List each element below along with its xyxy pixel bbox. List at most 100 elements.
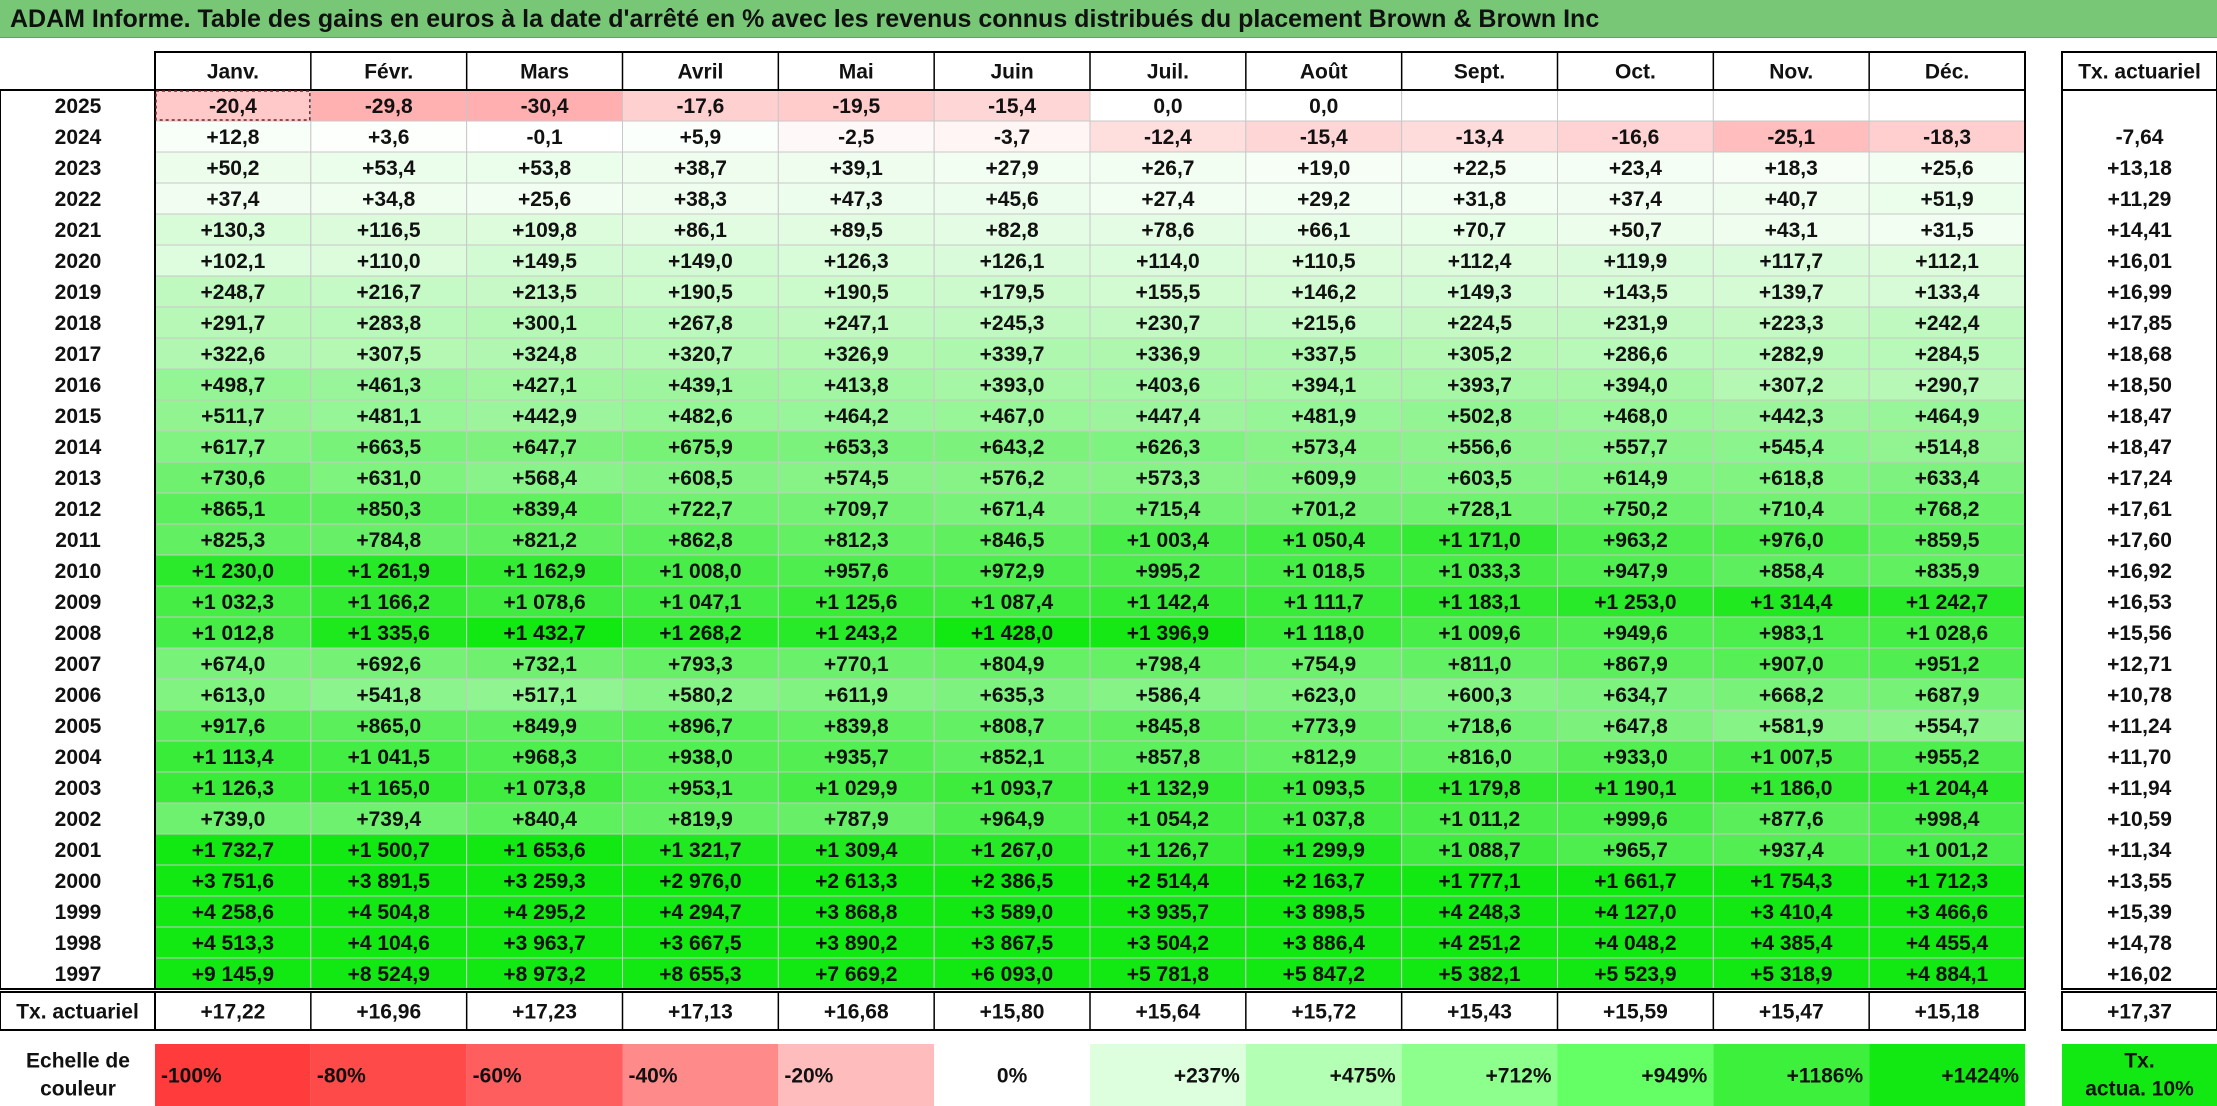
year-label: 2025 <box>55 95 102 118</box>
cell-value: +773,9 <box>1291 715 1356 738</box>
cell-value: +4 884,1 <box>1906 963 1989 986</box>
cell-value: +573,4 <box>1291 436 1356 459</box>
cell-value: +26,7 <box>1141 157 1194 180</box>
cell-value: +739,4 <box>356 808 421 831</box>
annual-rate: +17,24 <box>2107 467 2172 490</box>
cell-value: +968,3 <box>512 746 577 769</box>
annual-rate: +12,71 <box>2107 653 2172 676</box>
cell-value: +117,7 <box>1759 250 1823 273</box>
cell-value: +190,5 <box>824 281 889 304</box>
cell-value: +3 751,6 <box>192 870 274 893</box>
footer-label: Tx. actuariel <box>16 1001 139 1024</box>
cell-value: +784,8 <box>356 529 421 552</box>
cell-value: +286,6 <box>1603 343 1668 366</box>
cell-value: +149,0 <box>668 250 733 273</box>
legend-label: +1186% <box>1787 1065 1864 1088</box>
cell-value: +4 385,4 <box>1750 932 1833 955</box>
annual-rate: +11,24 <box>2108 715 2172 738</box>
cell-value: +439,1 <box>668 374 733 397</box>
cell-value: +643,2 <box>980 436 1045 459</box>
cell-value: +1 653,6 <box>503 839 585 862</box>
cell-value: +7 669,2 <box>815 963 897 986</box>
cell-value: +963,2 <box>1603 529 1668 552</box>
cell-value: +1 132,9 <box>1127 777 1209 800</box>
cell-value: +1 500,7 <box>348 839 430 862</box>
cell-value: +1 261,9 <box>348 560 430 583</box>
cell-value: +983,1 <box>1759 622 1824 645</box>
annual-rate: +14,41 <box>2107 219 2172 242</box>
month-header: Juil. <box>1147 61 1189 84</box>
cell-value: +850,3 <box>356 498 421 521</box>
cell-value: +865,1 <box>201 498 266 521</box>
cell-value: +3 466,6 <box>1906 901 1988 924</box>
cell-value: +718,6 <box>1447 715 1512 738</box>
cell-value: +852,1 <box>980 746 1045 769</box>
cell-value: +133,4 <box>1915 281 1980 304</box>
legend-label: -60% <box>473 1065 522 1088</box>
year-label: 2012 <box>55 498 102 521</box>
cell-value: +728,1 <box>1447 498 1512 521</box>
legend-label: +949% <box>1641 1065 1707 1088</box>
footer-value: +15,59 <box>1603 1001 1668 1024</box>
cell-value: +1 268,2 <box>659 622 741 645</box>
cell-value: +1 018,5 <box>1283 560 1366 583</box>
year-label: 1999 <box>55 901 102 924</box>
heat-cell <box>1868 89 2026 122</box>
cell-value: +668,2 <box>1759 684 1824 707</box>
cell-value: +4 104,6 <box>348 932 430 955</box>
cell-value: +949,6 <box>1603 622 1668 645</box>
cell-value: +282,9 <box>1759 343 1824 366</box>
cell-value: +576,2 <box>980 467 1045 490</box>
cell-value: +611,9 <box>824 684 888 707</box>
cell-value: +4 295,2 <box>503 901 585 924</box>
cell-value: +403,6 <box>1136 374 1201 397</box>
heat-cell <box>1401 89 1558 122</box>
cell-value: -12,4 <box>1144 126 1192 149</box>
legend-label: +712% <box>1486 1065 1552 1088</box>
cell-value: +464,2 <box>824 405 889 428</box>
year-label: 2004 <box>55 746 102 769</box>
cell-value: -17,6 <box>676 95 724 118</box>
cell-value: +1 661,7 <box>1594 870 1676 893</box>
cell-value: +305,2 <box>1447 343 1512 366</box>
cell-value: +38,7 <box>674 157 727 180</box>
annual-rate: +16,02 <box>2107 963 2172 986</box>
cell-value: +27,9 <box>986 157 1039 180</box>
cell-value: +701,2 <box>1291 498 1356 521</box>
cell-value: +1 190,1 <box>1594 777 1677 800</box>
cell-value: +568,4 <box>512 467 577 490</box>
cell-value: +8 524,9 <box>348 963 430 986</box>
cell-value: +300,1 <box>512 312 577 335</box>
cell-value: +739,0 <box>201 808 266 831</box>
cell-value: +3 867,5 <box>971 932 1054 955</box>
cell-value: +5 523,9 <box>1594 963 1676 986</box>
cell-value: +413,8 <box>824 374 889 397</box>
cell-value: +647,8 <box>1603 715 1668 738</box>
cell-value: +1 113,4 <box>192 746 273 769</box>
cell-value: +3 868,8 <box>815 901 898 924</box>
legend-label: -20% <box>784 1065 833 1088</box>
cell-value: +53,8 <box>518 157 571 180</box>
cell-value: +808,7 <box>980 715 1045 738</box>
legend-label: +1424% <box>1941 1065 2019 1088</box>
cell-value: +1 165,0 <box>348 777 430 800</box>
cell-value: +3 886,4 <box>1283 932 1366 955</box>
legend-label: -80% <box>317 1065 366 1088</box>
year-label: 2007 <box>55 653 102 676</box>
month-header: Janv. <box>207 61 259 84</box>
cell-value: +1 126,3 <box>192 777 274 800</box>
cell-value: +608,5 <box>668 467 733 490</box>
cell-value: -13,4 <box>1456 126 1504 149</box>
cell-value: +825,3 <box>201 529 266 552</box>
cell-value: +51,9 <box>1921 188 1974 211</box>
cell-value: +4 258,6 <box>192 901 274 924</box>
cell-value: +4 251,2 <box>1438 932 1520 955</box>
cell-value: +623,0 <box>1291 684 1356 707</box>
cell-value: +213,5 <box>512 281 577 304</box>
cell-value: +3 667,5 <box>659 932 742 955</box>
cell-value: +2 386,5 <box>971 870 1054 893</box>
cell-value: +393,0 <box>980 374 1045 397</box>
cell-value: +1 009,6 <box>1438 622 1520 645</box>
cell-value: +849,9 <box>512 715 577 738</box>
cell-value: +6 093,0 <box>971 963 1053 986</box>
